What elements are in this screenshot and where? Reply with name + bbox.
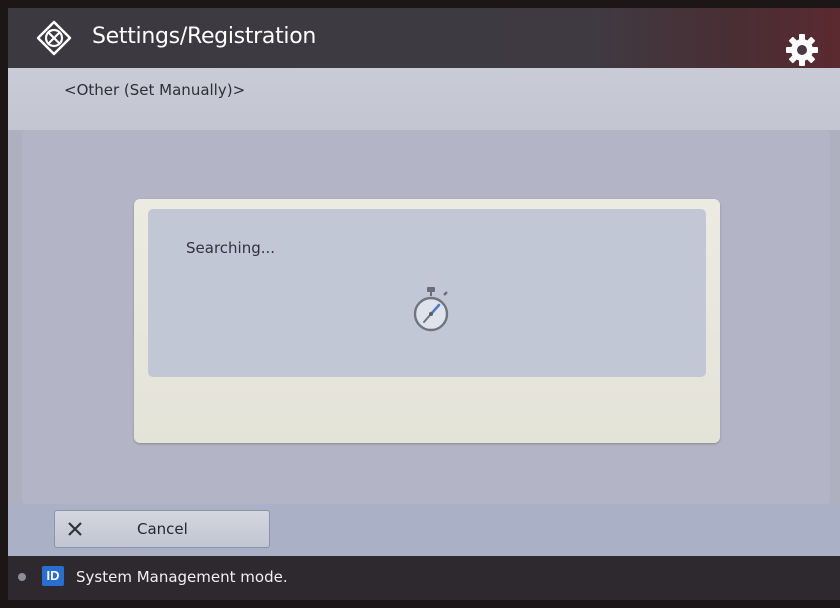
status-indicator-icon xyxy=(18,573,26,581)
stopwatch-icon xyxy=(413,287,449,332)
status-bar: ID System Management mode. xyxy=(8,556,840,600)
cancel-button-label: Cancel xyxy=(137,520,188,538)
cancel-button[interactable]: Cancel xyxy=(54,510,270,548)
gear-icon[interactable] xyxy=(784,32,820,68)
title-bar: Settings/Registration xyxy=(8,8,840,68)
dialog-message-panel: Searching... xyxy=(148,209,706,377)
breadcrumb: <Other (Set Manually)> xyxy=(64,81,246,99)
close-icon xyxy=(68,522,82,536)
dialog-message: Searching... xyxy=(186,239,276,257)
breadcrumb-bar: <Other (Set Manually)> xyxy=(8,68,840,130)
status-text: System Management mode. xyxy=(76,568,288,586)
id-badge: ID xyxy=(42,566,64,586)
device-screen: Settings/Registration <Other (Set Manual… xyxy=(8,8,840,600)
bottom-action-bar: Cancel xyxy=(8,504,840,556)
searching-dialog: Searching... xyxy=(134,199,720,443)
settings-registration-icon xyxy=(36,20,72,56)
page-title: Settings/Registration xyxy=(92,24,317,49)
